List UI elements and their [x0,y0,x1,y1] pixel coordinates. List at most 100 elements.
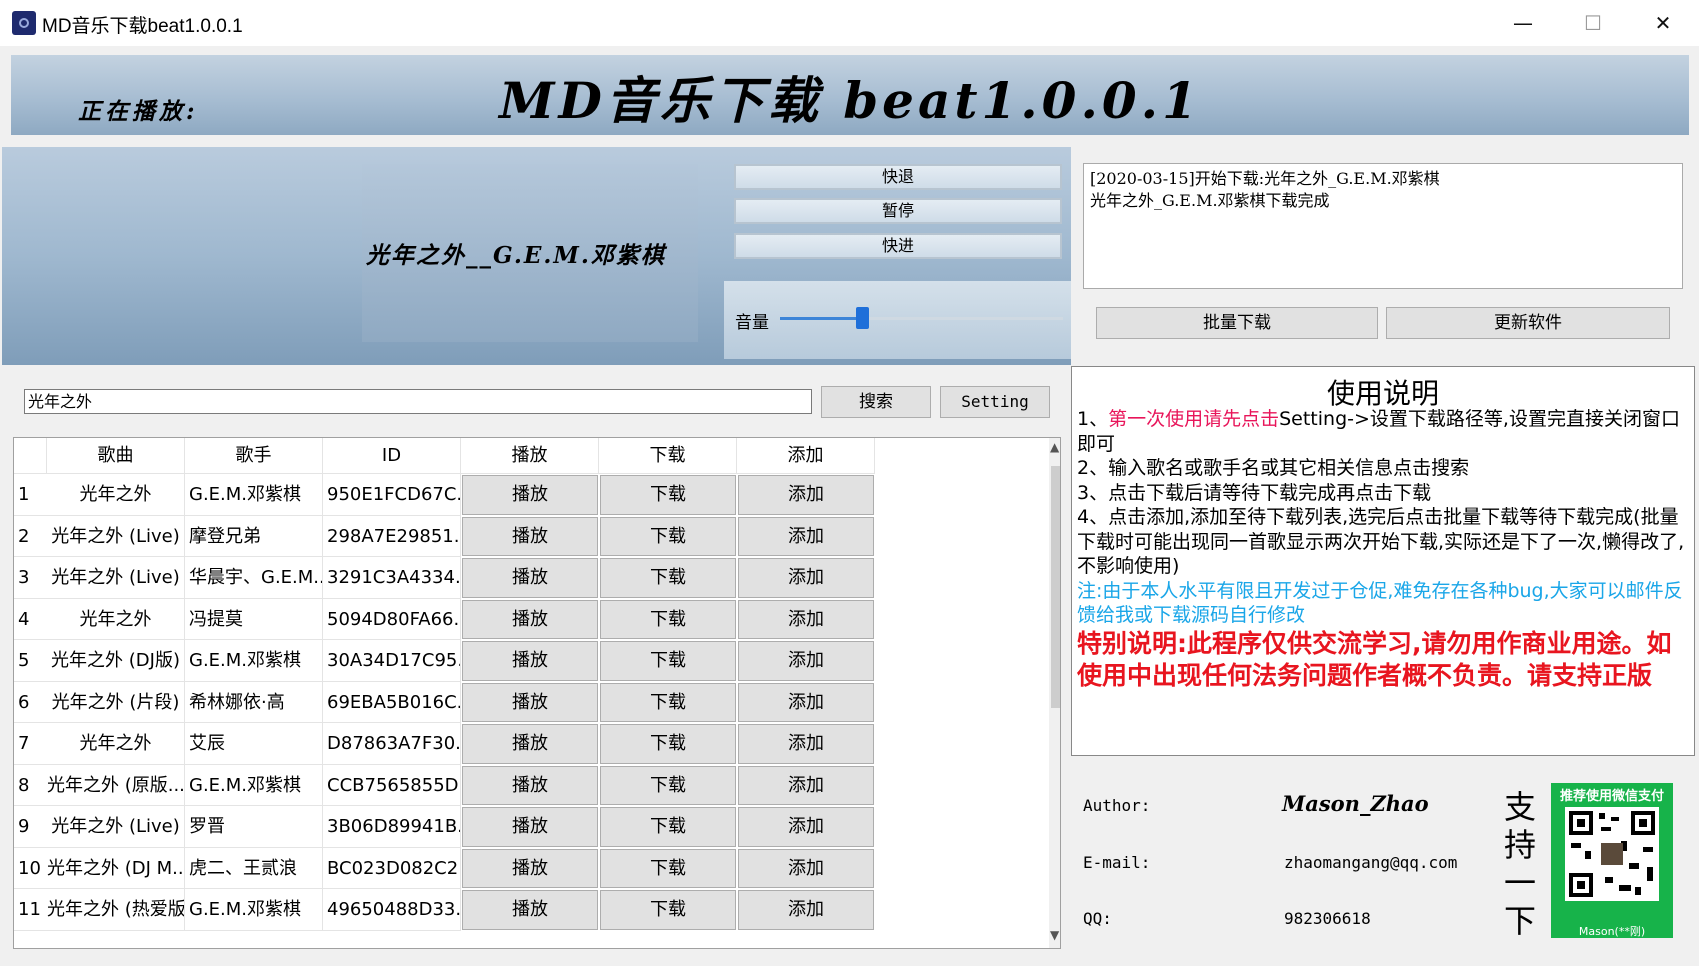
id-cell: 950E1FCD67C... [323,474,461,516]
row-number: 10 [14,848,47,889]
add-button[interactable]: 添加 [738,765,874,805]
play-button[interactable]: 播放 [462,724,598,764]
download-button[interactable]: 下载 [600,641,736,681]
instructions-body: 1、第一次使用请先点击Setting->设置下载路径等,设置完直接关闭窗口即可 … [1077,407,1691,692]
pause-button[interactable]: 暂停 [734,198,1062,224]
minimize-icon[interactable]: — [1488,0,1558,46]
download-button[interactable]: 下载 [600,848,736,888]
instruction-step-4: 4、点击添加,添加至待下载列表,选完后点击批量下载等待下载完成(批量下载时可能出… [1077,506,1685,577]
play-button[interactable]: 播放 [462,848,598,888]
row-number: 6 [14,682,47,723]
add-button[interactable]: 添加 [738,475,874,515]
song-cell: 光年之外 (片段) [47,681,185,723]
author-name: Mason_Zhao [1282,791,1429,816]
song-cell: 光年之外 (DJ版) [47,640,185,682]
title-bar [0,0,1699,46]
author-label: Author: [1083,796,1151,815]
id-cell: 3B06D89941B... [323,806,461,848]
volume-slider-fill [780,317,863,320]
singer-cell: 摩登兄弟 [185,515,323,557]
row-number: 8 [14,765,47,806]
id-cell: 298A7E29851... [323,515,461,557]
instruction-highlight: 第一次使用请先点击 [1108,408,1280,430]
play-button[interactable]: 播放 [462,516,598,556]
singer-cell: 艾辰 [185,723,323,765]
song-cell: 光年之外 (Live) [47,806,185,848]
play-button[interactable]: 播放 [462,641,598,681]
song-cell: 光年之外 (Live) [47,515,185,557]
id-cell: BC023D082C2... [323,847,461,889]
row-number: 4 [14,599,47,640]
add-button[interactable]: 添加 [738,848,874,888]
close-icon[interactable]: ✕ [1628,0,1698,46]
add-button[interactable]: 添加 [738,516,874,556]
qq-value: 982306618 [1284,909,1371,928]
play-button[interactable]: 播放 [462,890,598,930]
now-playing-label: 正在播放: [78,98,199,125]
download-button[interactable]: 下载 [600,807,736,847]
singer-cell: G.E.M.邓紫棋 [185,889,323,931]
setting-button[interactable]: Setting [940,386,1050,418]
singer-cell: G.E.M.邓紫棋 [185,640,323,682]
row-number: 11 [14,889,47,931]
row-number: 3 [14,557,47,599]
song-cell: 光年之外 [47,598,185,640]
row-number: 5 [14,640,47,682]
id-cell: 49650488D33... [323,889,461,931]
instruction-disclaimer: 特别说明:此程序仅供交流学习,请勿用作商业用途。如使用中出现任何法务问题作者概不… [1077,628,1672,690]
download-button[interactable]: 下载 [600,516,736,556]
play-button[interactable]: 播放 [462,682,598,722]
scroll-down-icon[interactable]: ▼ [1050,928,1059,942]
batch-download-button[interactable]: 批量下载 [1096,307,1378,339]
instruction-step-2: 2、输入歌名或歌手名或其它相关信息点击搜索 [1077,457,1470,479]
play-button[interactable]: 播放 [462,475,598,515]
download-button[interactable]: 下载 [600,724,736,764]
current-song-title: 光年之外__G.E.M.邓紫棋 [366,242,666,269]
app-icon [12,11,36,35]
download-button[interactable]: 下载 [600,682,736,722]
download-button[interactable]: 下载 [600,765,736,805]
search-input[interactable]: 光年之外 [24,389,812,414]
instruction-step-3: 3、点击下载后请等待下载完成再点击下载 [1077,481,1432,504]
download-button[interactable]: 下载 [600,475,736,515]
id-cell: 69EBA5B016C... [323,681,461,723]
singer-cell: G.E.M.邓紫棋 [185,764,323,806]
download-button[interactable]: 下载 [600,890,736,930]
add-button[interactable]: 添加 [738,641,874,681]
song-cell: 光年之外 [47,474,185,516]
song-cell: 光年之外 (Live) [47,557,185,599]
singer-cell: 华晨宇、G.E.M.... [185,557,323,599]
email-label: E-mail: [1083,853,1151,872]
play-button[interactable]: 播放 [462,558,598,598]
singer-cell: 虎二、王贰浪 [185,847,323,889]
log-line: [2020-03-15]开始下载:光年之外_G.E.M.邓紫棋 [1090,169,1440,188]
add-button[interactable]: 添加 [738,890,874,930]
volume-label: 音量 [735,313,769,333]
update-software-button[interactable]: 更新软件 [1386,307,1670,339]
header-play: 播放 [461,438,599,474]
volume-slider-thumb[interactable] [856,307,870,329]
play-button[interactable]: 播放 [462,807,598,847]
singer-cell: 希林娜依·高 [185,681,323,723]
scroll-up-icon[interactable]: ▲ [1050,440,1059,454]
search-button[interactable]: 搜索 [821,386,931,418]
add-button[interactable]: 添加 [738,682,874,722]
id-cell: 5094D80FA66... [323,598,461,640]
play-button[interactable]: 播放 [462,599,598,639]
maximize-icon[interactable]: ☐ [1558,0,1628,46]
scroll-thumb[interactable] [1051,466,1060,708]
download-button[interactable]: 下载 [600,558,736,598]
qq-label: QQ: [1083,909,1112,928]
table-scrollbar[interactable]: ▲ ▼ [1049,438,1060,948]
add-button[interactable]: 添加 [738,558,874,598]
add-button[interactable]: 添加 [738,724,874,764]
support-text: 支 持 一 下 [1503,788,1536,940]
volume-panel [724,281,1071,359]
rewind-button[interactable]: 快退 [734,164,1062,190]
play-button[interactable]: 播放 [462,765,598,805]
forward-button[interactable]: 快进 [734,233,1062,259]
add-button[interactable]: 添加 [738,599,874,639]
singer-cell: 冯提莫 [185,598,323,640]
add-button[interactable]: 添加 [738,807,874,847]
download-button[interactable]: 下载 [600,599,736,639]
